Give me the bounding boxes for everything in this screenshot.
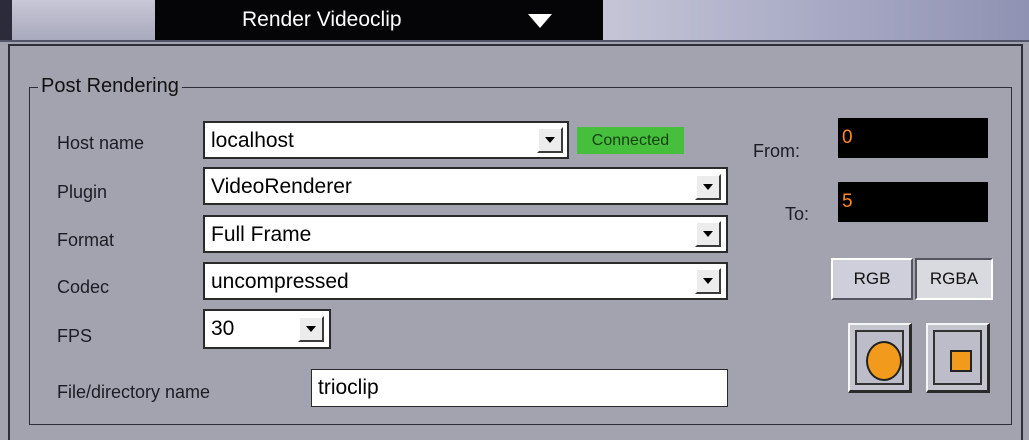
record-button-inner [855,330,904,385]
codec-dropdown-button[interactable] [695,268,721,294]
header-left-strip [0,0,12,40]
host-name-select[interactable]: localhost [203,121,569,159]
host-name-dropdown-button[interactable] [537,127,563,153]
codec-label: Codec [57,277,110,297]
connection-status-badge: Connected [577,127,684,154]
plugin-label: Plugin [57,182,108,202]
rgba-button[interactable]: RGBA [915,258,993,300]
stop-icon [950,350,972,372]
codec-select[interactable]: uncompressed [203,262,728,300]
plugin-dropdown-button[interactable] [695,174,721,200]
file-name-label: File/directory name [57,382,211,402]
fps-dropdown-button[interactable] [298,316,324,342]
from-label: From: [753,141,800,161]
to-input[interactable]: 5 [838,182,988,222]
format-value: Full Frame [211,223,312,246]
host-name-label: Host name [57,133,145,153]
stop-button-inner [933,330,982,385]
fps-label: FPS [57,326,93,346]
panel-title[interactable]: Render Videoclip [242,6,402,34]
header-bar [0,0,1029,42]
to-label: To: [785,204,810,224]
chevron-down-icon[interactable] [528,14,552,28]
record-icon [866,341,902,381]
file-name-input[interactable]: trioclip [311,369,728,407]
rgb-button[interactable]: RGB [831,258,913,300]
format-dropdown-button[interactable] [695,221,721,247]
group-title: Post Rendering [38,72,182,100]
from-input[interactable]: 0 [838,118,988,158]
header-right-gradient [603,0,1029,40]
record-button[interactable] [848,323,912,393]
format-select[interactable]: Full Frame [203,215,728,253]
plugin-value: VideoRenderer [211,175,352,198]
to-value: 5 [842,191,853,212]
file-name-value: trioclip [318,376,379,399]
host-name-value: localhost [211,129,294,152]
format-label: Format [57,230,115,250]
codec-value: uncompressed [211,270,349,293]
stop-button[interactable] [926,323,990,393]
from-value: 0 [842,127,853,148]
plugin-select[interactable]: VideoRenderer [203,167,728,205]
fps-value: 30 [211,317,235,340]
